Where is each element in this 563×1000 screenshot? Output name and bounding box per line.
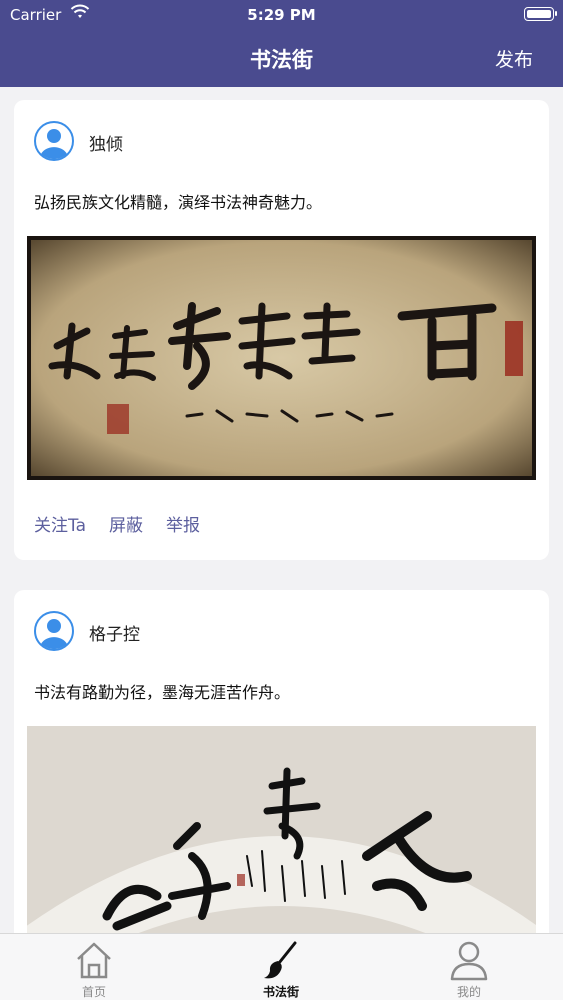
avatar[interactable]: [34, 121, 74, 161]
tab-label: 我的: [456, 985, 481, 999]
post-username[interactable]: 格子控: [89, 620, 140, 645]
tab-bar: 首页 书法街 我的: [0, 933, 563, 1000]
report-button[interactable]: 举报: [166, 516, 200, 536]
publish-button[interactable]: 发布: [495, 45, 533, 72]
post-feed[interactable]: 独倾 弘扬民族文化精髓，演绎书法神奇魅力。 关注Ta 屏蔽 举报 格子控 书法有…: [0, 87, 563, 933]
follow-button[interactable]: 关注Ta: [34, 516, 86, 536]
avatar[interactable]: [34, 611, 74, 651]
tab-label: 书法街: [262, 985, 299, 999]
brush-icon: [264, 941, 297, 979]
calligraphy-fan-image[interactable]: [27, 726, 536, 933]
battery-icon: [524, 7, 557, 21]
post-card: 独倾 弘扬民族文化精髓，演绎书法神奇魅力。 关注Ta 屏蔽 举报: [14, 100, 549, 560]
post-content: 书法有路勤为径，墨海无涯苦作舟。: [34, 683, 291, 702]
status-bar: Carrier 5:29 PM: [0, 0, 563, 30]
tab-label: 首页: [81, 985, 106, 999]
page-title: 书法街: [250, 48, 313, 72]
post-content: 弘扬民族文化精髓，演绎书法神奇魅力。: [34, 193, 323, 212]
post-username[interactable]: 独倾: [89, 130, 123, 155]
tab-calligraphy-street[interactable]: 书法街: [221, 934, 341, 1000]
post-actions: 关注Ta 屏蔽 举报: [34, 511, 223, 536]
post-card: 格子控 书法有路勤为径，墨海无涯苦作舟。: [14, 590, 549, 933]
calligraphy-image[interactable]: [27, 236, 536, 480]
tab-profile[interactable]: 我的: [409, 934, 529, 1000]
tab-home[interactable]: 首页: [34, 934, 154, 1000]
nav-bar: 书法街 发布: [0, 30, 563, 87]
status-time: 5:29 PM: [247, 6, 316, 24]
block-button[interactable]: 屏蔽: [109, 516, 143, 536]
person-icon: [450, 941, 488, 981]
home-icon: [77, 942, 111, 979]
